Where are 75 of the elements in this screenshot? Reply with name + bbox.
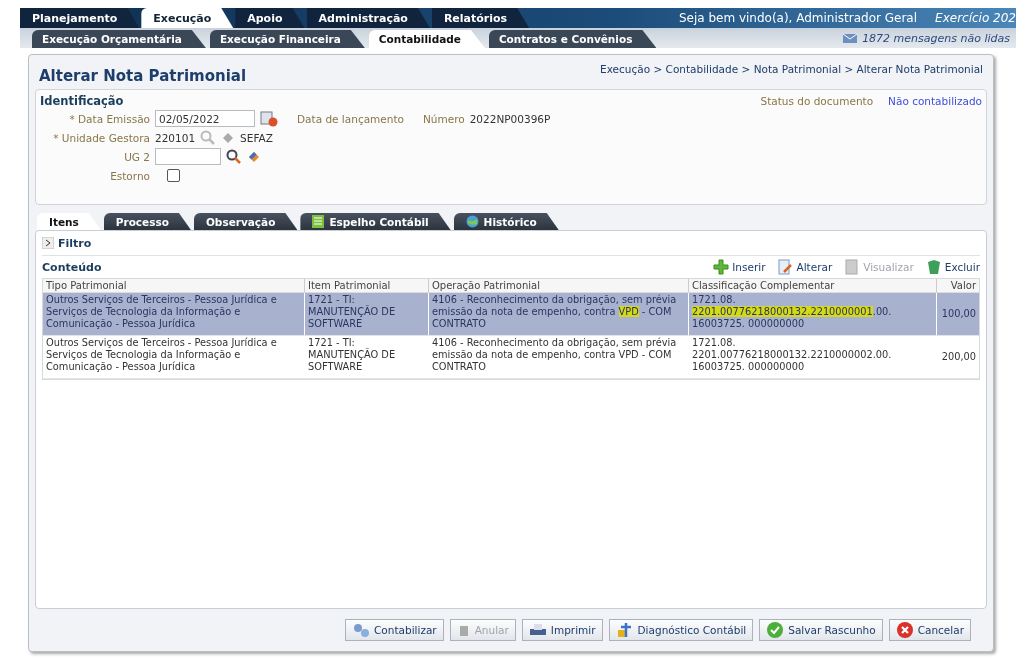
action-button[interactable]: Diagnóstico Contábil <box>608 619 754 641</box>
column-header[interactable]: Operação Patrimonial <box>429 279 689 293</box>
nav-tab[interactable]: Relatórios <box>431 8 530 28</box>
column-header[interactable]: Tipo Patrimonial <box>43 279 305 293</box>
sheet-icon <box>312 215 325 228</box>
page-title: Alterar Nota Patrimonial <box>39 67 247 85</box>
module-tab[interactable]: Contratos e Convênios <box>488 30 657 48</box>
detail-tab[interactable]: Observação <box>193 213 298 230</box>
breadcrumb: Execução > Contabilidade > Nota Patrimonial > Alterar Nota Patrimonial <box>600 63 983 75</box>
nav-tab[interactable]: Apoio <box>235 8 305 28</box>
fiscal-year-text: Exercício 202 <box>935 11 1016 25</box>
column-header[interactable]: Item Patrimonial <box>305 279 429 293</box>
unit-code: 220101 <box>155 131 196 144</box>
column-header[interactable]: Classificação Complementar <box>689 279 937 293</box>
field-label: UG 2 <box>123 150 150 163</box>
status-label: Status do documento <box>760 95 874 107</box>
document-icon <box>844 259 861 275</box>
nav-tab[interactable]: Planejamento <box>20 8 140 28</box>
table-cell: 1721 - TI: MANUTENÇÃO DE SOFTWARE <box>305 336 429 378</box>
gears-icon <box>352 622 370 638</box>
field-label: Estorno <box>109 169 150 182</box>
status-value: Não contabilizado <box>888 95 982 107</box>
reversal-checkbox[interactable] <box>167 169 180 182</box>
trash-icon <box>925 259 942 275</box>
action-button[interactable]: Imprimir <box>521 619 603 641</box>
globe-icon <box>465 215 479 228</box>
envelope-icon <box>843 33 858 43</box>
toolbar-action[interactable]: Alterar <box>777 259 833 275</box>
table-cell: Outros Serviços de Terceiros - Pessoa Jurídica e Serviços de Tecnologia da Informação e Comunicação - Pessoa Jurídica <box>43 293 305 335</box>
diagnostic-icon <box>615 621 634 639</box>
nav-tab[interactable]: Administração <box>306 8 430 28</box>
action-button[interactable]: Salvar Rascunho <box>759 619 883 641</box>
messages-link[interactable]: 1872 mensagens não lidas <box>862 31 1010 45</box>
table-cell: 1721 - TI: MANUTENÇÃO DE SOFTWARE <box>305 293 429 335</box>
field-label: * Unidade Gestora <box>52 131 150 144</box>
number-value: 2022NP00396P <box>469 112 551 125</box>
ug2-field[interactable] <box>155 148 221 165</box>
action-button[interactable]: Cancelar <box>888 619 971 641</box>
welcome-text: Seja bem vindo(a), Administrador Geral <box>678 11 918 25</box>
table-cell: 4106 - Reconhecimento da obrigação, sem prévia emissão da nota de empenho, contra VPD - COM CONTRATO <box>429 336 689 378</box>
edit-icon <box>777 259 794 275</box>
toolbar-action[interactable]: Excluir <box>925 259 980 275</box>
detail-tab[interactable]: Espelho Contábil <box>300 213 451 230</box>
table-cell-text: 200,00 <box>940 350 977 364</box>
action-button[interactable]: Contabilizar <box>345 619 444 641</box>
detail-tab[interactable]: Processo <box>103 213 191 230</box>
section-title: Identificação <box>40 94 125 108</box>
detail-tab[interactable]: Histórico <box>453 213 559 230</box>
table-cell: 1721.08. 2201.00776218000132.2210000002.00. 16003725. 000000000 <box>689 336 937 378</box>
toolbar-action[interactable]: Inserir <box>713 259 766 275</box>
check-icon <box>766 621 785 639</box>
field-label: Número <box>422 112 465 125</box>
module-tab[interactable]: Contabilidade <box>368 30 485 48</box>
cancel-icon <box>895 621 914 639</box>
module-tab[interactable]: Execução Orçamentária <box>32 30 206 48</box>
nav-tab[interactable]: Execução <box>141 8 234 28</box>
calendar-icon[interactable] <box>260 110 278 127</box>
field-label: Data de lançamento <box>297 112 404 125</box>
plus-icon <box>713 259 730 275</box>
module-tab[interactable]: Execução Financeira <box>209 30 365 48</box>
table-row[interactable] <box>43 336 979 379</box>
table-cell: 1721.08. 2201.00776218000132.2210000001.00. 16003725. 000000000 <box>689 293 937 335</box>
expand-icon[interactable] <box>42 237 54 249</box>
detail-tab[interactable]: Itens <box>37 213 101 230</box>
unit-name: SEFAZ <box>240 131 273 144</box>
printer-icon <box>528 623 547 637</box>
filter-toggle[interactable]: Filtro <box>58 236 92 250</box>
table-cell-text: 100,00 <box>940 307 977 321</box>
column-header[interactable]: Valor <box>937 279 979 293</box>
table-cell: Outros Serviços de Terceiros - Pessoa Jurídica e Serviços de Tecnologia da Informação e Comunicação - Pessoa Jurídica <box>43 336 305 378</box>
table-row[interactable] <box>43 293 979 336</box>
search-icon[interactable] <box>226 148 242 165</box>
field-label: * Data Emissão <box>68 112 150 125</box>
section-title: Conteúdo <box>42 260 102 274</box>
date-field[interactable]: 02/05/2022 <box>155 110 255 127</box>
